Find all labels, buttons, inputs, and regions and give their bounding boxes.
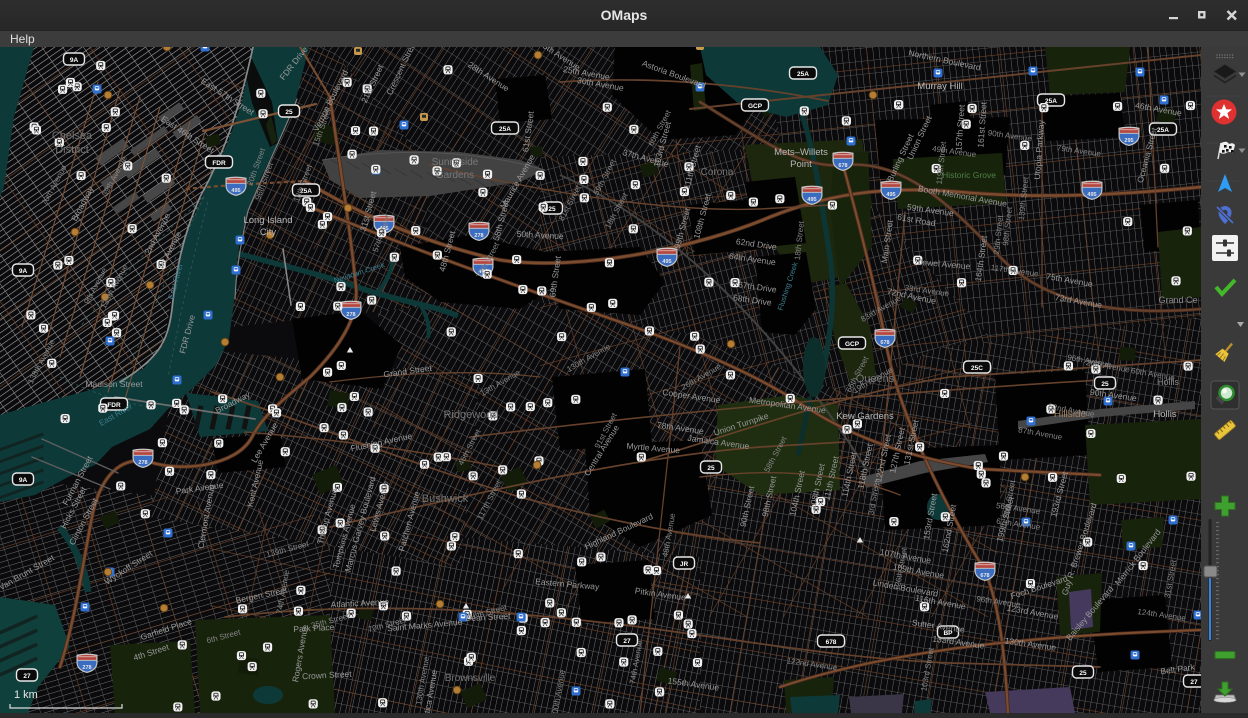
svg-text:27: 27 (623, 638, 631, 645)
svg-text:495: 495 (231, 188, 240, 194)
svg-text:9A: 9A (70, 57, 79, 64)
svg-text:27: 27 (23, 673, 31, 680)
svg-text:FDR: FDR (212, 160, 226, 167)
svg-text:25A: 25A (797, 71, 809, 78)
svg-text:Grand Ce: Grand Ce (1158, 295, 1197, 305)
svg-text:495: 495 (662, 259, 671, 265)
svg-text:495: 495 (807, 197, 816, 203)
svg-text:295: 295 (1124, 138, 1133, 144)
svg-text:678: 678 (880, 340, 889, 346)
svg-text:Sunnyside: Sunnyside (432, 157, 479, 168)
svg-text:District: District (55, 144, 89, 156)
svg-text:Madison Street: Madison Street (85, 379, 143, 389)
svg-text:25: 25 (548, 206, 556, 213)
svg-text:278: 278 (474, 233, 483, 239)
svg-text:278: 278 (82, 665, 91, 671)
svg-text:25: 25 (1101, 381, 1109, 388)
svg-text:25C: 25C (971, 365, 983, 372)
svg-text:Historic Grove: Historic Grove (942, 170, 996, 180)
svg-text:678: 678 (838, 163, 847, 169)
svg-text:Gardens: Gardens (436, 170, 474, 181)
svg-text:678: 678 (980, 573, 989, 579)
svg-text:GCP: GCP (845, 341, 860, 348)
svg-text:Murray Hill: Murray Hill (917, 81, 962, 92)
svg-text:27: 27 (1190, 679, 1198, 686)
svg-text:Mets–Willets: Mets–Willets (774, 147, 828, 158)
svg-text:Bushwick: Bushwick (422, 493, 469, 505)
svg-text:278: 278 (346, 312, 355, 318)
svg-text:9A: 9A (19, 477, 28, 484)
svg-text:Point: Point (790, 159, 812, 170)
svg-text:1 km: 1 km (14, 689, 38, 701)
svg-text:25: 25 (707, 465, 715, 472)
svg-text:Hollis: Hollis (1153, 409, 1176, 420)
svg-text:25: 25 (1079, 670, 1087, 677)
svg-text:25: 25 (285, 109, 293, 116)
svg-text:495: 495 (886, 192, 895, 198)
svg-text:278: 278 (138, 460, 147, 466)
svg-text:9A: 9A (19, 268, 28, 275)
svg-text:Chelsea: Chelsea (52, 130, 93, 142)
svg-text:GCP: GCP (748, 103, 763, 110)
svg-text:25A: 25A (499, 126, 511, 133)
svg-text:City: City (260, 227, 277, 238)
svg-text:Kew Gardens: Kew Gardens (836, 411, 894, 422)
svg-text:JR: JR (680, 561, 689, 568)
svg-text:Long Island: Long Island (243, 215, 292, 226)
svg-text:Corona: Corona (701, 167, 734, 178)
svg-text:678: 678 (826, 639, 837, 646)
svg-text:Ridgewood: Ridgewood (443, 409, 498, 421)
svg-text:495: 495 (1087, 192, 1096, 198)
svg-text:Brownsville: Brownsville (445, 673, 496, 684)
